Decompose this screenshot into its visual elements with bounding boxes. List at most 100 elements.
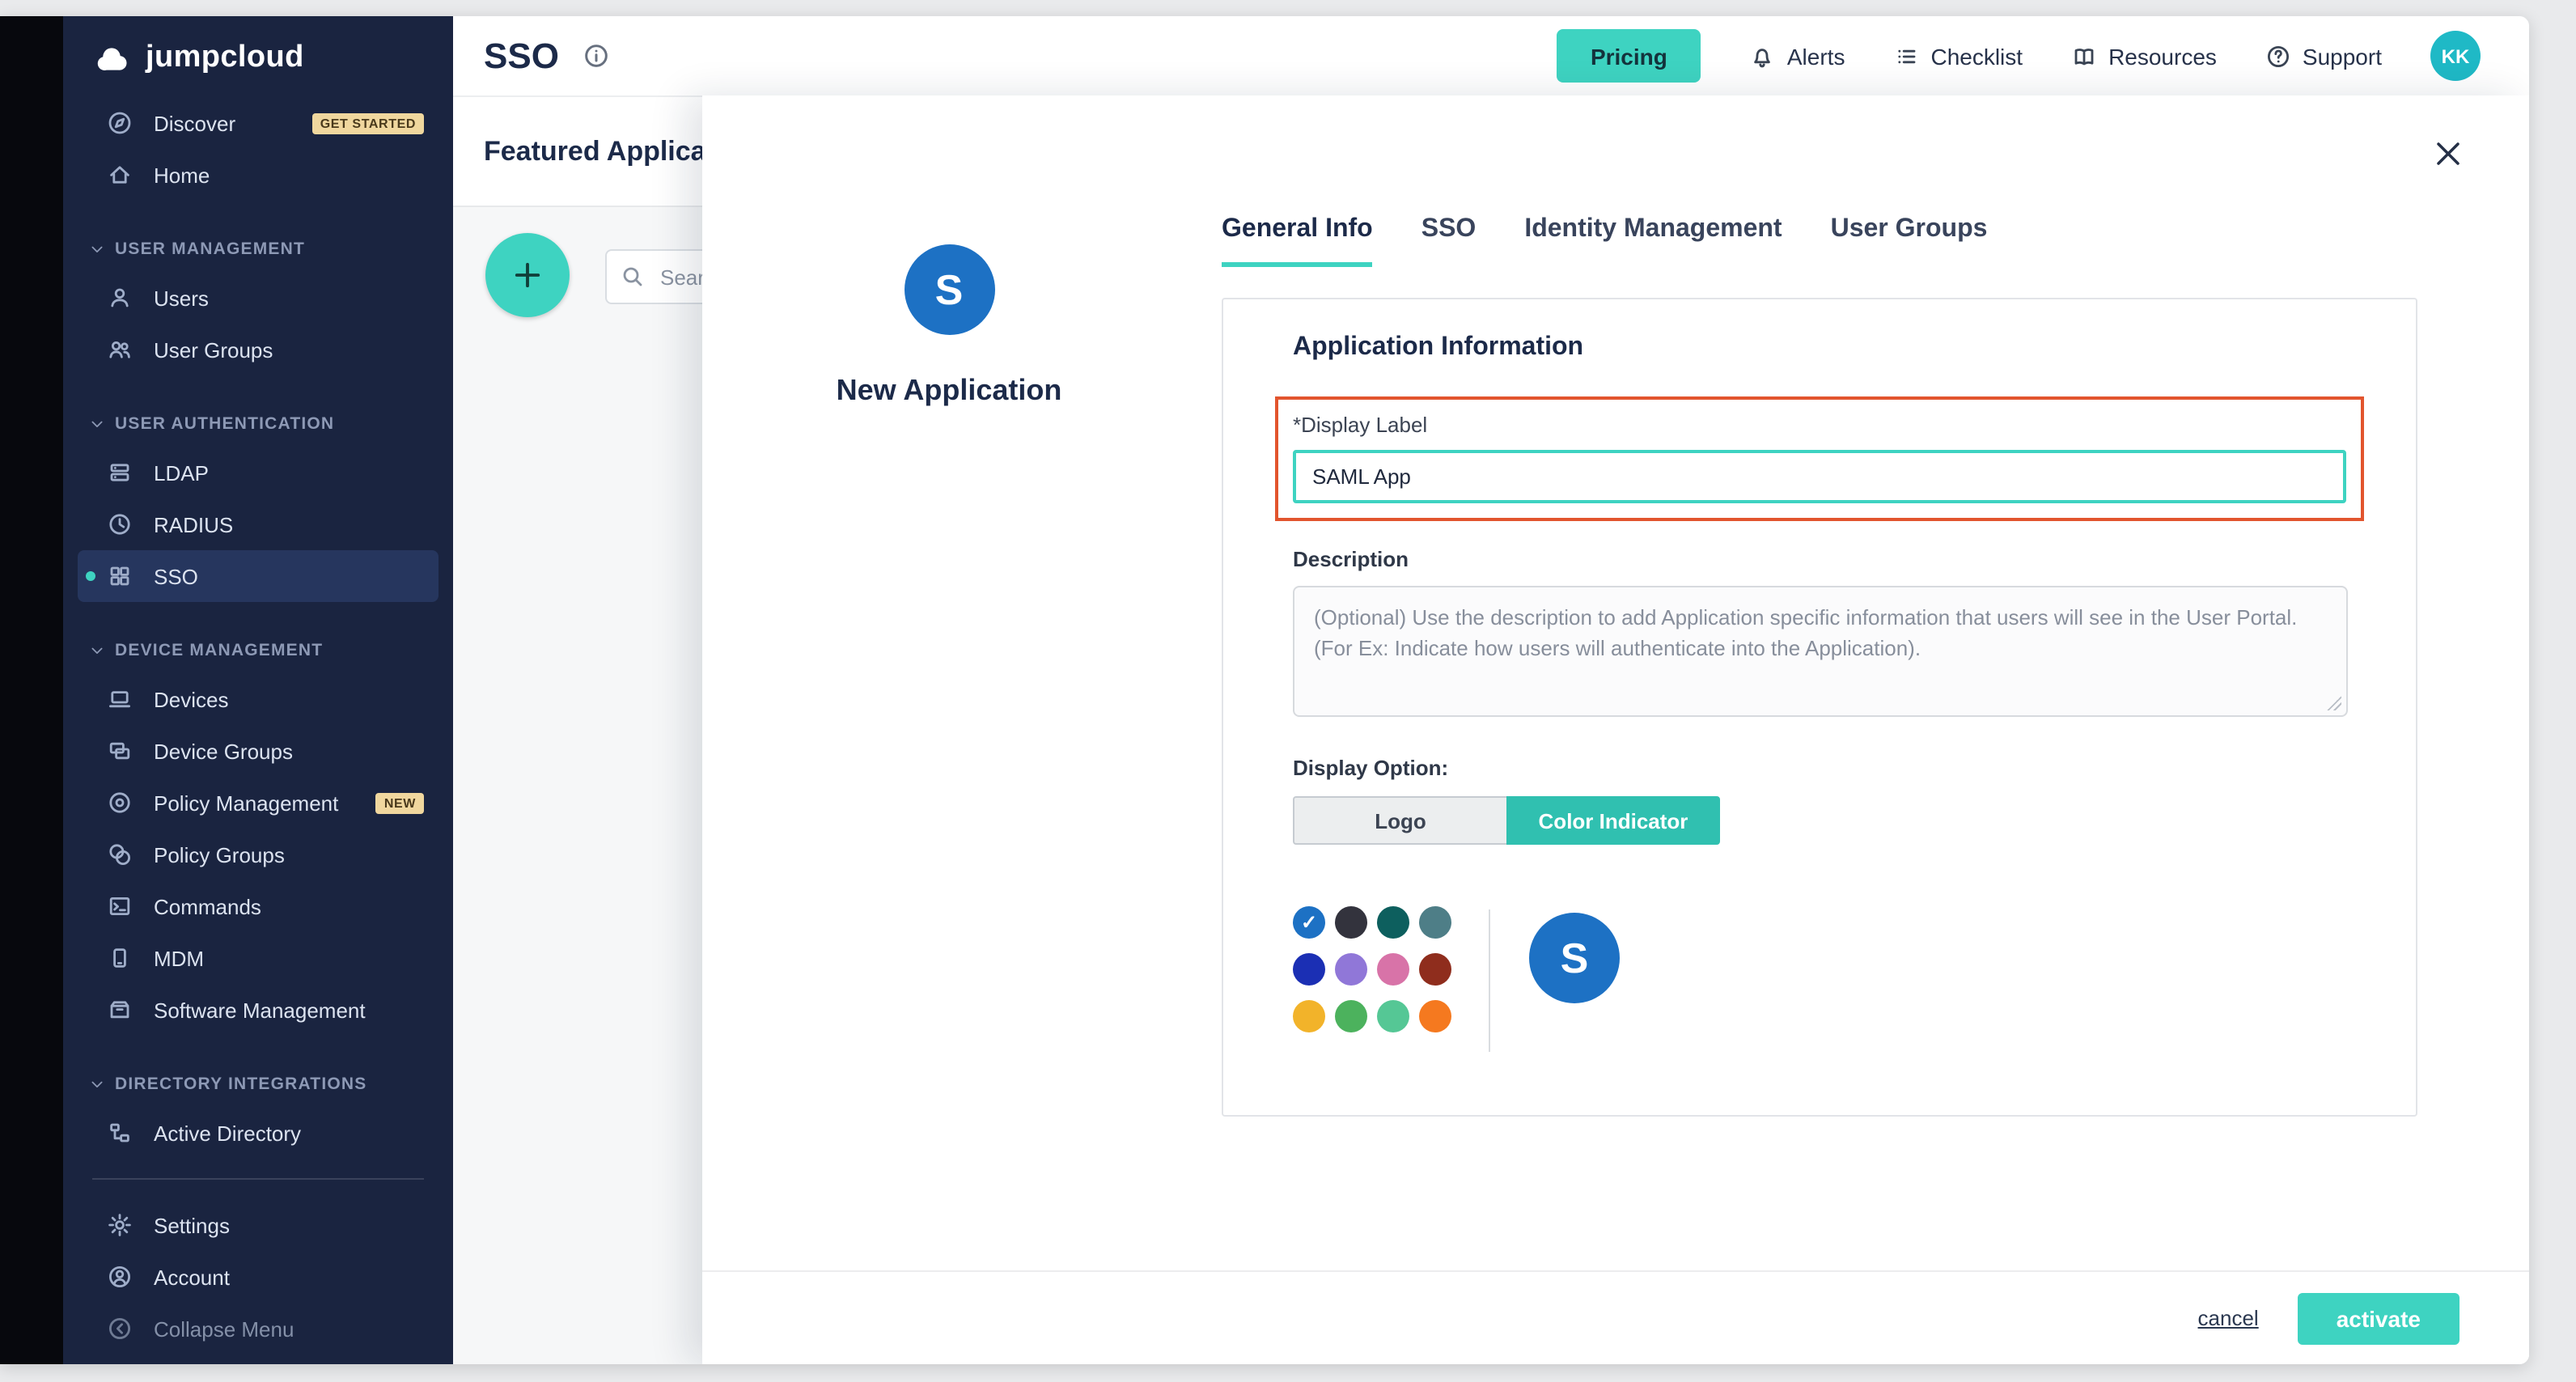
sidebar-section-user-management[interactable]: USER MANAGEMENT: [63, 227, 453, 272]
color-swatch[interactable]: [1293, 953, 1325, 986]
color-indicator-option-button[interactable]: Color Indicator: [1506, 796, 1720, 845]
display-option-toggle: Logo Color Indicator: [1293, 796, 2348, 845]
user-icon: [107, 285, 133, 311]
tab-general-info[interactable]: General Info: [1222, 215, 1373, 267]
color-swatch[interactable]: [1335, 953, 1367, 986]
section-label: DEVICE MANAGEMENT: [115, 641, 323, 660]
resources-label: Resources: [2108, 43, 2217, 69]
checklist-button[interactable]: Checklist: [1893, 43, 2023, 69]
sidebar-item-label: Active Directory: [154, 1121, 301, 1145]
sidebar-item-label: RADIUS: [154, 512, 233, 536]
application-information-card: Application Information *Display Label D…: [1222, 298, 2417, 1117]
device-group-icon: [107, 738, 133, 764]
sidebar-item-users[interactable]: Users: [78, 272, 439, 324]
color-swatch[interactable]: [1335, 1000, 1367, 1032]
chevron-down-icon: [89, 1076, 105, 1092]
sidebar-item-label: User Groups: [154, 337, 273, 362]
clock-icon: [107, 511, 133, 537]
topbar-actions: Pricing Alerts Checklist Resources Suppo…: [1557, 29, 2481, 83]
display-label-input[interactable]: [1293, 450, 2346, 503]
software-box-icon: [107, 997, 133, 1023]
sidebar-item-label: SSO: [154, 564, 198, 588]
gear-icon: [107, 1212, 133, 1238]
sidebar-item-commands[interactable]: Commands: [78, 880, 439, 932]
checklist-label: Checklist: [1930, 43, 2023, 69]
section-label: USER AUTHENTICATION: [115, 414, 334, 434]
color-swatch[interactable]: [1293, 1000, 1325, 1032]
sidebar-item-label: MDM: [154, 946, 204, 970]
display-option-label: Display Option:: [1293, 756, 2348, 782]
user-avatar[interactable]: KK: [2430, 31, 2481, 81]
sidebar-item-devices[interactable]: Devices: [78, 673, 439, 725]
account-icon: [107, 1264, 133, 1290]
cancel-link[interactable]: cancel: [2198, 1306, 2259, 1330]
color-swatch[interactable]: [1419, 1000, 1451, 1032]
sidebar-item-mdm[interactable]: MDM: [78, 932, 439, 984]
resize-handle[interactable]: [2327, 696, 2341, 710]
sidebar-item-discover[interactable]: Discover GET STARTED: [78, 97, 439, 149]
sidebar-item-sso[interactable]: SSO: [78, 550, 439, 602]
description-field-wrap: [1293, 586, 2348, 717]
home-icon: [107, 162, 133, 188]
sidebar-item-ldap[interactable]: LDAP: [78, 447, 439, 498]
book-icon: [2071, 43, 2097, 69]
tab-user-groups[interactable]: User Groups: [1831, 215, 1988, 267]
sidebar: jumpcloud Discover GET STARTED Home USER…: [63, 16, 453, 1364]
sidebar-item-label: Home: [154, 163, 210, 187]
new-badge: NEW: [376, 792, 424, 813]
laptop-icon: [107, 686, 133, 712]
info-icon[interactable]: [583, 42, 611, 70]
color-swatch[interactable]: [1419, 953, 1451, 986]
sidebar-item-label: Devices: [154, 687, 229, 711]
tab-identity-management[interactable]: Identity Management: [1524, 215, 1782, 267]
sidebar-item-device-groups[interactable]: Device Groups: [78, 725, 439, 777]
sidebar-item-policy-groups[interactable]: Policy Groups: [78, 829, 439, 880]
color-swatch[interactable]: [1419, 906, 1451, 939]
close-icon: [2432, 138, 2464, 170]
sidebar-item-user-groups[interactable]: User Groups: [78, 324, 439, 375]
sidebar-item-software-management[interactable]: Software Management: [78, 984, 439, 1036]
palette-divider: [1489, 909, 1490, 1052]
directory-icon: [107, 1120, 133, 1146]
activate-button[interactable]: activate: [2298, 1292, 2459, 1344]
color-swatch[interactable]: [1377, 906, 1409, 939]
mobile-device-icon: [107, 945, 133, 971]
check-icon: ✓: [1301, 913, 1317, 932]
resources-button[interactable]: Resources: [2071, 43, 2217, 69]
logo-option-button[interactable]: Logo: [1293, 796, 1506, 845]
sidebar-item-collapse-menu[interactable]: Collapse Menu: [78, 1303, 439, 1354]
section-label: DIRECTORY INTEGRATIONS: [115, 1075, 367, 1094]
sidebar-item-radius[interactable]: RADIUS: [78, 498, 439, 550]
policy-groups-icon: [107, 841, 133, 867]
pricing-button[interactable]: Pricing: [1557, 29, 1701, 83]
chevron-down-icon: [89, 642, 105, 659]
new-application-panel: S New Application General Info SSO Ident…: [702, 95, 2529, 1364]
sidebar-item-home[interactable]: Home: [78, 149, 439, 201]
grid-icon: [107, 563, 133, 589]
sidebar-item-settings[interactable]: Settings: [78, 1199, 439, 1251]
sidebar-section-device-management[interactable]: DEVICE MANAGEMENT: [63, 628, 453, 673]
sidebar-item-label: Commands: [154, 894, 261, 918]
alerts-button[interactable]: Alerts: [1750, 43, 1845, 69]
color-swatch[interactable]: ✓: [1293, 906, 1325, 939]
color-swatch[interactable]: [1377, 953, 1409, 986]
description-label: Description: [1293, 547, 2348, 573]
description-textarea[interactable]: [1293, 586, 2348, 717]
close-button[interactable]: [2432, 134, 2471, 173]
color-swatch[interactable]: [1335, 906, 1367, 939]
alerts-label: Alerts: [1787, 43, 1845, 69]
sidebar-section-user-authentication[interactable]: USER AUTHENTICATION: [63, 401, 453, 447]
sidebar-item-account[interactable]: Account: [78, 1251, 439, 1303]
sidebar-item-active-directory[interactable]: Active Directory: [78, 1107, 439, 1159]
sidebar-item-label: Policy Groups: [154, 842, 285, 867]
collapse-arrow-icon: [107, 1316, 133, 1342]
question-icon: [2265, 43, 2291, 69]
sidebar-section-directory-integrations[interactable]: DIRECTORY INTEGRATIONS: [63, 1062, 453, 1107]
add-application-button[interactable]: [485, 233, 570, 317]
color-swatch[interactable]: [1377, 1000, 1409, 1032]
sidebar-item-label: Device Groups: [154, 739, 293, 763]
tab-sso[interactable]: SSO: [1421, 215, 1477, 267]
sidebar-item-policy-management[interactable]: Policy Management NEW: [78, 777, 439, 829]
support-button[interactable]: Support: [2265, 43, 2382, 69]
cloud-logo-icon: [91, 37, 133, 79]
